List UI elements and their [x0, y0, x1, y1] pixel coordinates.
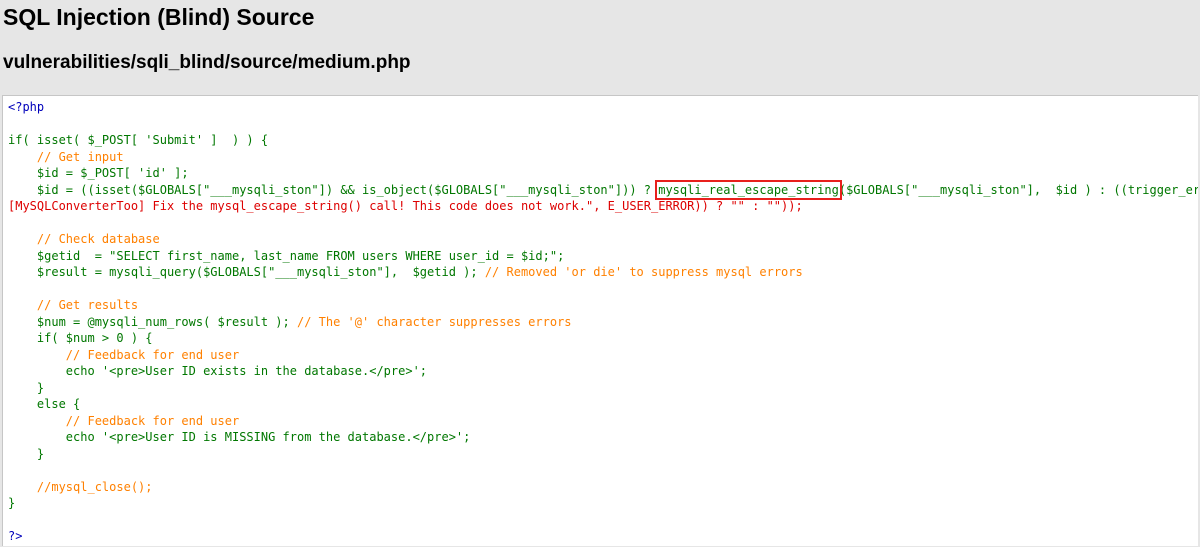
source-code: <?php if( isset( $_POST[ 'Submit' ] ) ) {… [8, 99, 1198, 545]
code-line-11: $result = mysqli_query($GLOBALS["___mysq… [8, 264, 1198, 281]
code-line-19: else { [8, 397, 81, 411]
source-code-panel: <?php if( isset( $_POST[ 'Submit' ] ) ) {… [2, 95, 1198, 546]
code-line-13: // Get results [8, 298, 139, 312]
code-line-20: // Feedback for end user [8, 413, 240, 428]
code-segment: $id = ((isset($GLOBALS["___mysqli_ston"]… [8, 182, 659, 197]
code-line-6: $id = ((isset($GLOBALS["___mysqli_ston"]… [8, 179, 1198, 200]
code-line-4: // Get input [8, 149, 124, 164]
code-line-9: // Check database [8, 232, 160, 246]
code-line-15: if( $num > 0 ) { [8, 331, 153, 345]
code-line-24: //mysql_close(); [8, 479, 153, 494]
source-file-path: vulnerabilities/sqli_blind/source/medium… [3, 52, 411, 73]
code-comment: // Removed 'or die' to suppress mysql er… [484, 265, 803, 279]
code-segment: ($GLOBALS["___mysqli_ston"], $id ) : ((t… [838, 182, 1198, 197]
code-line-25: } [8, 496, 16, 510]
code-line-22: } [8, 446, 45, 461]
code-line-27: ?> [8, 529, 23, 543]
code-line-10: $getid = "SELECT first_name, last_name F… [8, 248, 565, 263]
code-line-16: // Feedback for end user [8, 347, 240, 362]
code-line-18: } [8, 380, 45, 395]
code-segment: $num = @mysqli_num_rows( $result ); [8, 314, 297, 329]
code-comment: // The '@' character suppresses errors [296, 314, 572, 329]
code-line-1: <?php [8, 100, 45, 114]
code-line-3: if( isset( $_POST[ 'Submit' ] ) ) { [8, 133, 269, 147]
code-line-7: [MySQLConverterToo] Fix the mysql_escape… [8, 199, 803, 213]
code-line-5: $id = $_POST[ 'id' ]; [8, 166, 189, 180]
code-segment: $result = mysqli_query($GLOBALS["___mysq… [8, 265, 485, 279]
code-line-17: echo '<pre>User ID exists in the databas… [8, 364, 428, 378]
page-title: SQL Injection (Blind) Source [3, 4, 315, 30]
code-line-14: $num = @mysqli_num_rows( $result ); // T… [8, 314, 1198, 331]
code-line-21: echo '<pre>User ID is MISSING from the d… [8, 430, 471, 444]
highlighted-function: mysqli_real_escape_string [655, 179, 842, 200]
